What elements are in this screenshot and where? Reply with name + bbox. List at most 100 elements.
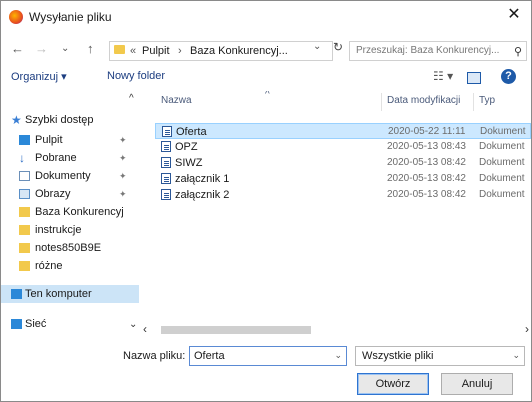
chevron-down-icon[interactable]: ⌄ [512, 350, 520, 361]
file-name: załącznik 2 [175, 189, 230, 201]
file-row-oferta[interactable]: Oferta 2020-05-22 11:11 Dokument [155, 123, 531, 139]
folder-icon [19, 243, 30, 253]
up-button[interactable]: ↑ [87, 41, 94, 56]
sidebar-item-label: Obrazy [35, 188, 71, 200]
file-date: 2020-05-13 08:43 [387, 141, 466, 152]
forward-button[interactable]: → [35, 41, 48, 56]
file-row-siwz[interactable]: SIWZ 2020-05-13 08:42 Dokument [155, 155, 531, 171]
word-document-icon [161, 189, 171, 200]
file-type: Dokument [479, 189, 525, 200]
sidebar-item-label: Sieć [25, 318, 47, 329]
sidebar-item-label: Pulpit [35, 134, 63, 146]
star-icon: ★ [11, 113, 22, 127]
search-placeholder: Przeszukaj: Baza Konkurencyj... [356, 45, 500, 56]
pin-icon: ✦ [119, 171, 127, 181]
sidebar-item-folder-baza[interactable]: Baza Konkurencyj [1, 203, 139, 221]
file-row-zalacznik-1[interactable]: załącznik 1 2020-05-13 08:42 Dokument [155, 171, 531, 187]
close-button[interactable]: ✕ [503, 3, 525, 27]
address-bar[interactable]: « Pulpit › Baza Konkurencyj... [109, 41, 333, 61]
command-bar: Organizuj ▾ Nowy folder ☷ ▾ ? [1, 65, 531, 89]
firefox-icon [9, 10, 23, 24]
sidebar-item-label: różne [35, 260, 63, 272]
pin-icon: ✦ [119, 135, 127, 145]
help-icon[interactable]: ? [501, 69, 516, 84]
folder-icon [19, 225, 30, 235]
filename-input[interactable]: Oferta ⌄ [189, 346, 347, 366]
breadcrumb-pulpit[interactable]: Pulpit [142, 45, 170, 57]
sidebar-item-quick-access[interactable]: ★ Szybki dostęp [1, 111, 139, 129]
view-options-icon[interactable]: ☷ ▾ [433, 69, 453, 83]
navigation-pane: ★ Szybki dostęp Pulpit ✦ ↓ Pobrane ✦ Dok… [1, 91, 139, 331]
pin-icon: ✦ [119, 153, 127, 163]
sidebar-item-pictures[interactable]: Obrazy ✦ [1, 185, 139, 203]
column-header-date[interactable]: Data modyfikacji [387, 95, 460, 106]
file-row-opz[interactable]: OPZ 2020-05-13 08:43 Dokument [155, 139, 531, 155]
address-dropdown-icon[interactable]: ⌄ [313, 41, 321, 52]
refresh-icon[interactable]: ↻ [333, 40, 343, 54]
sidebar-item-folder-rozne[interactable]: różne [1, 257, 139, 275]
file-name: SIWZ [175, 157, 203, 169]
scroll-thumb[interactable] [161, 326, 311, 334]
scroll-left-icon[interactable]: ‹ [143, 322, 147, 336]
preview-pane-icon[interactable] [467, 72, 481, 84]
sidebar-item-label: Ten komputer [25, 288, 92, 300]
column-header-type[interactable]: Typ [479, 95, 495, 106]
sidebar-item-documents[interactable]: Dokumenty ✦ [1, 167, 139, 185]
column-header-name[interactable]: Nazwa [161, 95, 192, 106]
documents-icon [19, 171, 30, 181]
breadcrumb-separator: › [178, 45, 182, 57]
word-document-icon [162, 126, 172, 137]
filter-value: Wszystkie pliki [362, 350, 434, 362]
sidebar-item-folder-notes[interactable]: notes850B9E [1, 239, 139, 257]
cancel-button[interactable]: Anuluj [441, 373, 513, 395]
pin-icon: ✦ [119, 189, 127, 199]
scroll-right-icon[interactable]: › [525, 322, 529, 336]
sidebar-item-downloads[interactable]: ↓ Pobrane ✦ [1, 149, 139, 167]
sidebar-item-label: Pobrane [35, 152, 77, 164]
file-type: Dokument [480, 126, 526, 137]
sidebar-scroll-down[interactable]: ⌄ [129, 319, 137, 330]
file-row-zalacznik-2[interactable]: załącznik 2 2020-05-13 08:42 Dokument [155, 187, 531, 203]
sidebar-item-network[interactable]: Sieć [1, 315, 139, 329]
horizontal-scrollbar[interactable]: ‹ › [139, 322, 531, 337]
computer-icon [11, 289, 22, 299]
sidebar-item-folder-instrukcje[interactable]: instrukcje [1, 221, 139, 239]
recent-locations-button[interactable]: ⌄ [61, 43, 69, 54]
file-type: Dokument [479, 141, 525, 152]
chevron-down-icon[interactable]: ⌄ [334, 350, 342, 361]
open-button[interactable]: Otwórz [357, 373, 429, 395]
new-folder-button[interactable]: Nowy folder [107, 70, 165, 82]
word-document-icon [161, 157, 171, 168]
sidebar-scroll-up[interactable]: ^ [129, 93, 134, 104]
network-icon [11, 319, 22, 329]
filename-value: Oferta [194, 350, 225, 362]
sidebar-item-label: Szybki dostęp [25, 114, 94, 126]
file-type-filter[interactable]: Wszystkie pliki ⌄ [355, 346, 525, 366]
file-name: Oferta [176, 126, 207, 138]
sidebar-item-this-pc[interactable]: Ten komputer [1, 285, 139, 303]
search-input[interactable]: Przeszukaj: Baza Konkurencyj... ⚲ [349, 41, 527, 61]
word-document-icon [161, 173, 171, 184]
back-button[interactable]: ← [11, 41, 24, 56]
file-upload-dialog: Wysyłanie pliku ✕ ← → ⌄ ↑ « Pulpit › Baz… [0, 0, 532, 402]
search-icon: ⚲ [513, 46, 522, 58]
file-name: OPZ [175, 141, 198, 153]
filename-label: Nazwa pliku: [123, 350, 186, 362]
folder-icon [114, 45, 125, 54]
file-date: 2020-05-13 08:42 [387, 173, 466, 184]
title-bar: Wysyłanie pliku ✕ [1, 1, 531, 35]
sidebar-item-desktop[interactable]: Pulpit ✦ [1, 131, 139, 149]
file-list: Nazwa ^ Data modyfikacji Typ Oferta 2020… [153, 91, 531, 321]
sidebar-item-label: instrukcje [35, 224, 82, 236]
folder-icon [19, 261, 30, 271]
column-divider[interactable] [473, 93, 474, 111]
file-name: załącznik 1 [175, 173, 230, 185]
sidebar-item-label: Dokumenty [35, 170, 91, 182]
organize-menu[interactable]: Organizuj ▾ [11, 70, 67, 83]
file-date: 2020-05-13 08:42 [387, 157, 466, 168]
sidebar-item-label: Baza Konkurencyj [35, 206, 124, 218]
breadcrumb-current-folder[interactable]: Baza Konkurencyj... [190, 45, 288, 57]
breadcrumb-overflow[interactable]: « [130, 45, 136, 57]
download-icon: ↓ [19, 151, 25, 165]
column-divider[interactable] [381, 93, 382, 111]
